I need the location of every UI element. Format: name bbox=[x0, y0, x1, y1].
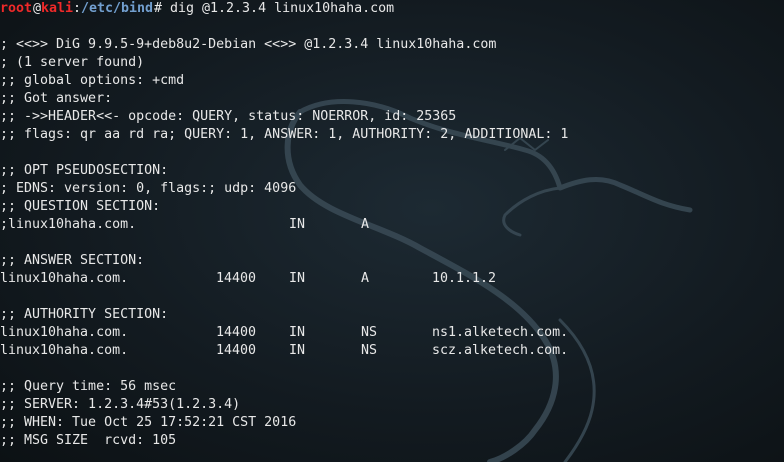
opt-section-title: ;; OPT PSEUDOSECTION: bbox=[0, 163, 169, 178]
terminal-window[interactable]: root @ kali : /etc/bind # dig @1.2.3.4 l… bbox=[0, 0, 784, 462]
record-name: ;linux10haha.com. bbox=[0, 217, 137, 232]
prompt-line: root @ kali : /etc/bind # dig @1.2.3.4 l… bbox=[0, 0, 394, 18]
servers-found: ; (1 server found) bbox=[0, 55, 145, 70]
answer-section-title: ;; ANSWER SECTION: bbox=[0, 253, 145, 268]
query-time: ;; Query time: 56 msec bbox=[0, 379, 177, 394]
prompt-at: @ bbox=[33, 1, 42, 16]
record-type: NS bbox=[361, 343, 378, 358]
record-class: IN bbox=[289, 325, 306, 340]
record-ttl: 14400 bbox=[216, 325, 257, 340]
record-name: linux10haha.com. bbox=[0, 271, 129, 286]
record-data: 10.1.1.2 bbox=[432, 271, 497, 286]
record-type: A bbox=[361, 271, 370, 286]
record-class: IN bbox=[289, 343, 306, 358]
record-type: NS bbox=[361, 325, 378, 340]
prompt-separator: : bbox=[73, 1, 82, 16]
record-data: scz.alketech.com. bbox=[432, 343, 569, 358]
prompt-symbol: # bbox=[154, 1, 163, 16]
server-line: ;; SERVER: 1.2.3.4#53(1.2.3.4) bbox=[0, 397, 241, 412]
record-type: A bbox=[361, 217, 370, 232]
record-name: linux10haha.com. bbox=[0, 343, 129, 358]
authority-record: linux10haha.com. 14400 IN NS scz.alketec… bbox=[0, 342, 568, 360]
command-text: dig @1.2.3.4 linux10haha.com bbox=[162, 1, 395, 16]
record-data: ns1.alketech.com. bbox=[432, 325, 569, 340]
dig-banner: ; <<>> DiG 9.9.5-9+deb8u2-Debian <<>> @1… bbox=[0, 37, 497, 52]
record-ttl: 14400 bbox=[216, 343, 257, 358]
record-name: linux10haha.com. bbox=[0, 325, 129, 340]
record-ttl: 14400 bbox=[216, 271, 257, 286]
prompt-host: kali bbox=[41, 1, 74, 16]
answer-record: linux10haha.com. 14400 IN A 10.1.1.2 bbox=[0, 270, 496, 288]
prompt-user: root bbox=[0, 1, 33, 16]
msg-size-line: ;; MSG SIZE rcvd: 105 bbox=[0, 433, 177, 448]
flags-line: ;; flags: qr aa rd ra; QUERY: 1, ANSWER:… bbox=[0, 127, 569, 142]
record-class: IN bbox=[289, 217, 306, 232]
got-answer: ;; Got answer: bbox=[0, 91, 113, 106]
question-record: ;linux10haha.com. IN A bbox=[0, 216, 369, 234]
global-options: ;; global options: +cmd bbox=[0, 73, 185, 88]
record-class: IN bbox=[289, 271, 306, 286]
authority-record: linux10haha.com. 14400 IN NS ns1.alketec… bbox=[0, 324, 568, 342]
when-line: ;; WHEN: Tue Oct 25 17:52:21 CST 2016 bbox=[0, 415, 297, 430]
authority-section-title: ;; AUTHORITY SECTION: bbox=[0, 307, 169, 322]
header-line: ;; ->>HEADER<<- opcode: QUERY, status: N… bbox=[0, 109, 457, 124]
edns-line: ; EDNS: version: 0, flags:; udp: 4096 bbox=[0, 181, 297, 196]
question-section-title: ;; QUESTION SECTION: bbox=[0, 199, 161, 214]
prompt-path: /etc/bind bbox=[81, 1, 154, 16]
